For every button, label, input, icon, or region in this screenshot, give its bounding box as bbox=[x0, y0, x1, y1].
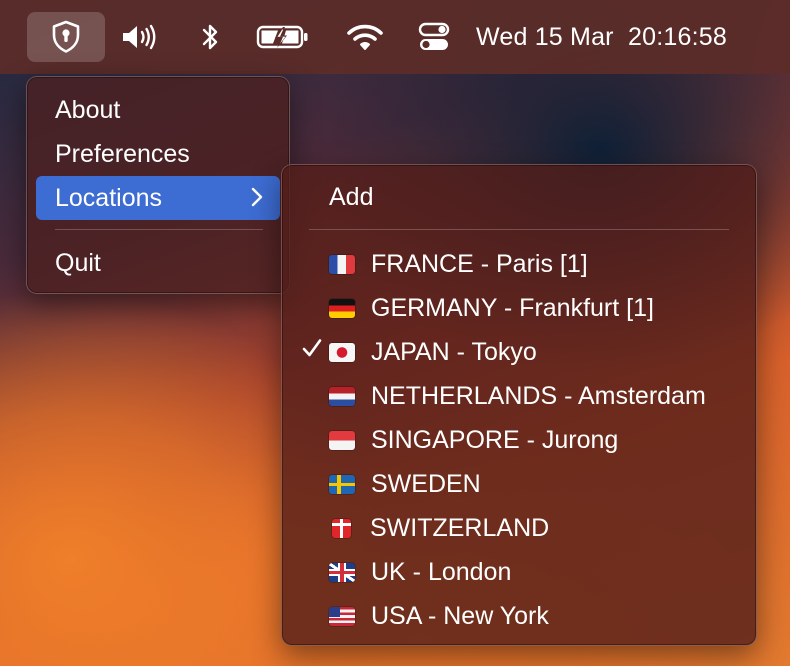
location-item-switzerland[interactable]: SWITZERLAND bbox=[291, 506, 747, 550]
vpn-menu-extra-button[interactable] bbox=[27, 12, 105, 62]
location-item-usa[interactable]: USA - New York bbox=[291, 594, 747, 638]
singapore-flag-icon bbox=[329, 430, 355, 450]
battery-charging-icon bbox=[256, 24, 310, 50]
menu-item-add-location[interactable]: Add bbox=[291, 175, 747, 219]
menu-item-quit[interactable]: Quit bbox=[36, 241, 280, 285]
menu-item-label: Locations bbox=[55, 183, 163, 212]
wifi-icon bbox=[346, 23, 384, 51]
menu-item-label: Quit bbox=[55, 248, 101, 277]
location-item-singapore[interactable]: SINGAPORE - Jurong bbox=[291, 418, 747, 462]
battery-menu-button[interactable] bbox=[254, 12, 312, 62]
bluetooth-icon bbox=[200, 22, 220, 52]
clock-time: 20:16:58 bbox=[628, 22, 727, 51]
location-item-japan[interactable]: JAPAN - Tokyo bbox=[291, 330, 747, 374]
menu-bar: Wed 15 Mar 20:16:58 bbox=[0, 0, 790, 74]
menu-item-label: About bbox=[55, 95, 121, 124]
sweden-flag-icon bbox=[329, 474, 355, 494]
chevron-right-icon bbox=[250, 186, 264, 208]
menu-separator bbox=[55, 229, 263, 230]
vpn-app-menu: About Preferences Locations Quit bbox=[26, 76, 290, 294]
location-label: SWITZERLAND bbox=[370, 513, 550, 542]
location-label: FRANCE - Paris [1] bbox=[371, 249, 588, 278]
locations-submenu: Add FRANCE - Paris [1] GERMANY - Frankfu… bbox=[281, 164, 757, 646]
location-label: GERMANY - Frankfurt [1] bbox=[371, 293, 654, 322]
germany-flag-icon bbox=[329, 298, 355, 318]
location-label: USA - New York bbox=[371, 601, 549, 630]
location-item-france[interactable]: FRANCE - Paris [1] bbox=[291, 242, 747, 286]
uk-flag-icon bbox=[329, 562, 355, 582]
location-item-germany[interactable]: GERMANY - Frankfurt [1] bbox=[291, 286, 747, 330]
location-label: SWEDEN bbox=[371, 469, 481, 498]
location-item-netherlands[interactable]: NETHERLANDS - Amsterdam bbox=[291, 374, 747, 418]
checkmark-icon bbox=[301, 337, 323, 359]
menubar-clock[interactable]: Wed 15 Mar 20:16:58 bbox=[476, 12, 766, 62]
japan-flag-icon bbox=[329, 342, 355, 362]
menu-item-about[interactable]: About bbox=[36, 88, 280, 132]
menu-item-preferences[interactable]: Preferences bbox=[36, 132, 280, 176]
menu-item-locations[interactable]: Locations bbox=[36, 176, 280, 220]
bluetooth-menu-button[interactable] bbox=[190, 12, 230, 62]
clock-date: Wed 15 Mar bbox=[476, 22, 614, 51]
location-item-sweden[interactable]: SWEDEN bbox=[291, 462, 747, 506]
location-label: NETHERLANDS - Amsterdam bbox=[371, 381, 706, 410]
location-item-uk[interactable]: UK - London bbox=[291, 550, 747, 594]
volume-menu-button[interactable] bbox=[116, 12, 164, 62]
menu-item-label: Add bbox=[329, 182, 374, 211]
vpn-shield-icon bbox=[51, 20, 81, 54]
control-center-button[interactable] bbox=[414, 12, 454, 62]
location-label: SINGAPORE - Jurong bbox=[371, 425, 619, 454]
france-flag-icon bbox=[329, 254, 355, 274]
control-center-icon bbox=[418, 22, 450, 52]
usa-flag-icon bbox=[329, 606, 355, 626]
location-label: UK - London bbox=[371, 557, 512, 586]
volume-icon bbox=[120, 23, 160, 51]
location-label: JAPAN - Tokyo bbox=[371, 337, 537, 366]
switzerland-flag-icon bbox=[332, 518, 351, 538]
netherlands-flag-icon bbox=[329, 386, 355, 406]
menu-separator bbox=[309, 229, 729, 230]
menu-item-label: Preferences bbox=[55, 139, 190, 168]
wifi-menu-button[interactable] bbox=[342, 12, 388, 62]
